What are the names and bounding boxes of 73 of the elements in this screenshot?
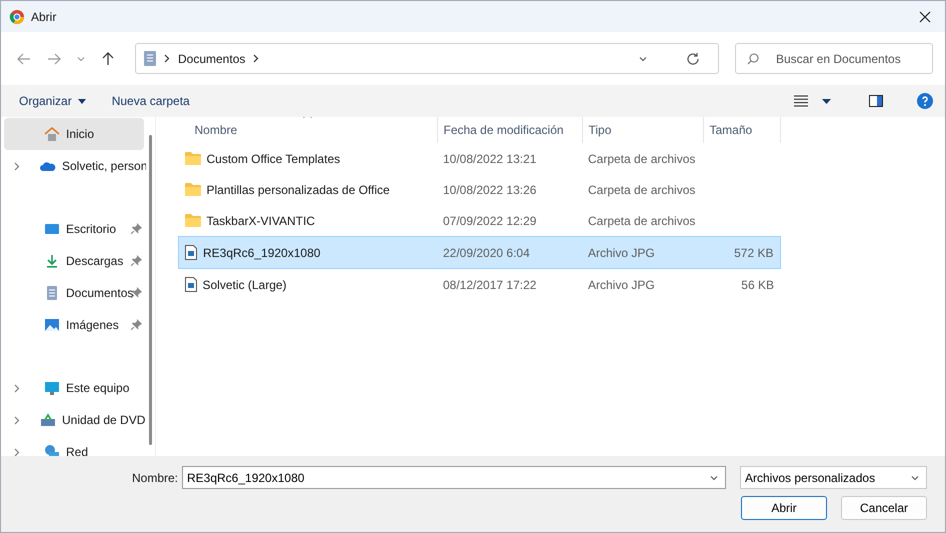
home-icon <box>44 126 60 142</box>
sidebar-item[interactable]: Escritorio <box>4 213 144 245</box>
table-cell: Carpeta de archivos <box>582 205 703 236</box>
sidebar-item[interactable]: Este equipo <box>4 372 144 404</box>
table-cell: 10/08/2022 13:21 <box>437 143 582 174</box>
arrow-left-icon <box>17 52 31 64</box>
file-type-dropdown[interactable]: Archivos personalizados <box>740 466 927 489</box>
column-header[interactable]: Nombre <box>178 117 437 143</box>
expand-icon[interactable] <box>14 384 20 392</box>
table-cell: Archivo JPG <box>582 268 703 300</box>
table-cell: 07/09/2022 12:29 <box>437 205 582 236</box>
caret-icon <box>78 98 86 104</box>
image-file-icon <box>184 277 196 292</box>
list-view-icon <box>794 95 808 107</box>
table-cell: 572 KB <box>734 246 774 260</box>
close-icon <box>919 10 931 22</box>
cancel-button[interactable]: Cancelar <box>841 496 927 520</box>
table-cell-text: 10/08/2022 13:26 <box>442 182 538 198</box>
file-name[interactable]: RE3qRc6_1920x1080 <box>203 246 320 260</box>
table-cell: Archivo JPG <box>582 236 703 268</box>
app-icon <box>9 8 25 24</box>
arrow-up-icon <box>102 52 114 66</box>
new-folder-button[interactable]: Nueva carpeta <box>104 90 198 112</box>
preview-pane-icon <box>869 95 883 107</box>
refresh-icon[interactable] <box>686 52 700 66</box>
scrollbar-thumb[interactable] <box>149 135 152 445</box>
sidebar-item[interactable]: Imágenes <box>4 309 144 341</box>
search-field[interactable]: Buscar en Documentos <box>735 43 933 74</box>
breadcrumb[interactable]: Documentos <box>178 52 246 66</box>
folder-icon <box>184 152 200 165</box>
help-icon[interactable] <box>917 93 933 109</box>
expand-icon[interactable] <box>14 162 20 170</box>
document-icon <box>144 51 156 66</box>
sidebar-item[interactable]: Documentos <box>4 277 144 309</box>
chevron-right-icon <box>253 54 260 63</box>
address-bar[interactable]: Documentos <box>135 43 719 74</box>
open-button[interactable]: Abrir <box>741 496 827 520</box>
sidebar-item[interactable]: Inicio <box>4 118 144 150</box>
file-name[interactable]: Solvetic (Large) <box>202 278 287 292</box>
table-cell: 08/12/2017 17:22 <box>437 268 582 300</box>
expand-icon[interactable] <box>14 416 20 424</box>
download-icon <box>44 253 60 269</box>
table-cell: 22/09/2020 6:04 <box>437 236 582 268</box>
image-file-icon <box>185 245 197 260</box>
chevron-right-icon <box>164 54 170 63</box>
picture-icon <box>44 317 60 333</box>
column-header[interactable]: Tipo <box>582 117 703 143</box>
file-name[interactable]: TaskbarX-VIVANTIC <box>206 214 315 228</box>
file-name-field[interactable]: RE3qRc6_1920x1080 <box>182 466 726 489</box>
pin-icon[interactable] <box>131 287 142 298</box>
window-title: Abrir <box>31 10 58 24</box>
column-header[interactable]: Fecha de modificación <box>437 117 582 143</box>
monitor-icon <box>44 380 60 396</box>
file-name[interactable]: Custom Office Templates <box>206 152 340 166</box>
sidebar-item[interactable]: Unidad de DVD <box>4 404 144 436</box>
file-name[interactable]: Plantillas personalizadas de Office <box>206 182 390 196</box>
column-header[interactable]: Tamaño <box>703 117 780 143</box>
document-icon <box>44 285 60 301</box>
folder-icon <box>184 183 200 196</box>
search-icon <box>747 53 759 65</box>
organize-menu-button[interactable]: Organizar <box>11 90 94 112</box>
dropdown-icon[interactable] <box>709 473 719 483</box>
folder-icon <box>184 214 200 227</box>
caret-icon <box>822 98 831 104</box>
arrow-right-icon <box>47 52 61 64</box>
desktop-icon <box>44 221 60 237</box>
table-cell: Carpeta de archivos <box>582 143 703 174</box>
table-cell: 56 KB <box>741 278 774 292</box>
sidebar-item[interactable]: Descargas <box>4 245 144 277</box>
table-cell-text: Carpeta de archivos <box>587 182 696 198</box>
expand-icon[interactable] <box>14 448 20 456</box>
drive-icon <box>40 412 56 428</box>
file-name-label: Nombre: <box>132 470 178 484</box>
